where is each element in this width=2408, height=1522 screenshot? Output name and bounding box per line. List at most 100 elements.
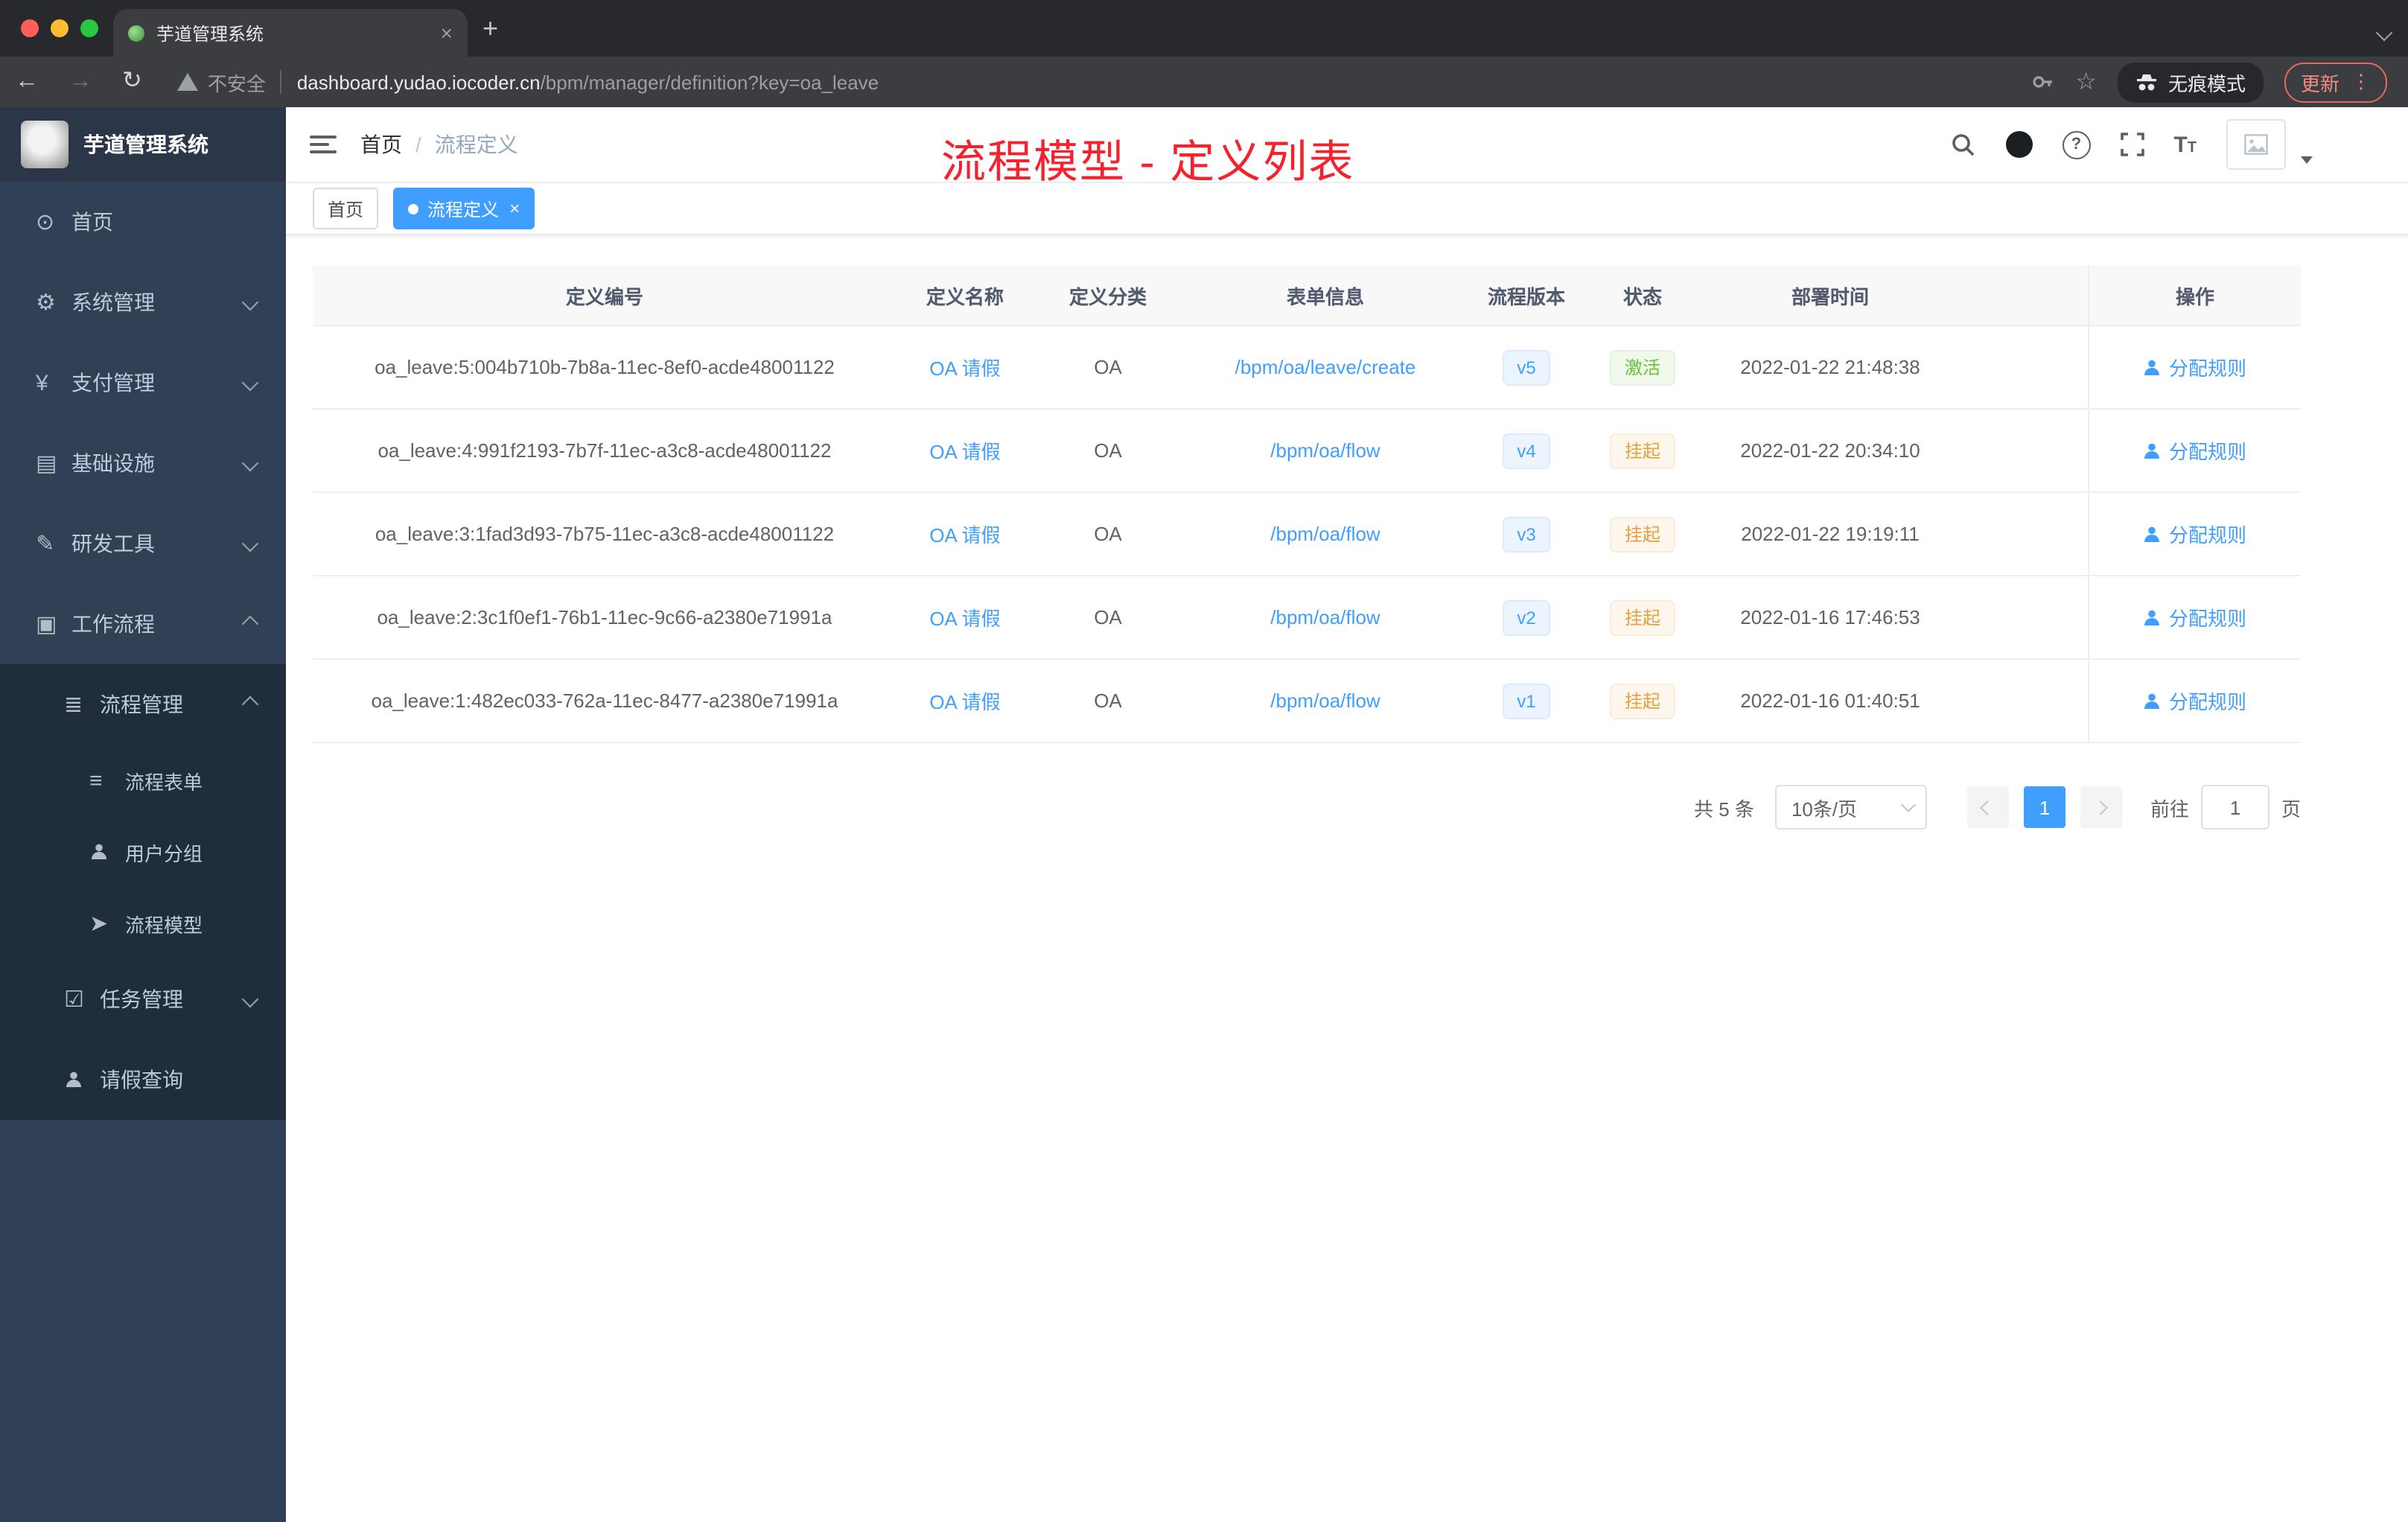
col-definition-id: 定义编号	[565, 285, 643, 308]
update-button[interactable]: 更新 ⋮	[2284, 62, 2387, 102]
incognito-icon	[2136, 74, 2156, 90]
chevron-down-icon	[241, 293, 259, 311]
search-icon[interactable]	[1950, 132, 1975, 157]
key-icon[interactable]	[2030, 70, 2054, 94]
gear-icon: ⚙	[36, 290, 56, 316]
cell-category: OA	[1094, 690, 1122, 712]
form-info-link[interactable]: /bpm/oa/leave/create	[1235, 356, 1416, 378]
prev-page-button[interactable]	[1966, 786, 2009, 828]
assign-rule-button[interactable]: 分配规则	[2144, 436, 2246, 465]
cell-definition-id: oa_leave:5:004b710b-7b8a-11ec-8ef0-acde4…	[375, 356, 835, 378]
address-bar[interactable]: dashboard.yudao.iocoder.cn/bpm/manager/d…	[297, 71, 879, 93]
user-avatar[interactable]	[2226, 119, 2286, 170]
dashboard-icon: ⊙	[36, 210, 55, 235]
definition-name-link[interactable]: OA 请假	[929, 524, 1000, 547]
assign-rule-button[interactable]: 分配规则	[2144, 520, 2246, 548]
form-info-link[interactable]: /bpm/oa/flow	[1270, 523, 1380, 545]
new-tab-button[interactable]: +	[482, 12, 498, 45]
reload-icon[interactable]: ↻	[107, 69, 157, 94]
cell-definition-id: oa_leave:3:1fad3d93-7b75-11ec-a3c8-acde4…	[375, 523, 835, 545]
cell-deploy-time: 2022-01-22 19:19:11	[1741, 523, 1920, 545]
definition-table: 定义编号 定义名称 定义分类 表单信息 流程版本 状态 部署时间 操作 oa_l…	[313, 265, 2301, 743]
sidebar-item-process-model[interactable]: ➤ 流程模型	[0, 888, 286, 959]
update-label: 更新	[2300, 72, 2339, 95]
sidebar-item-process-management[interactable]: ≣ 流程管理	[0, 664, 286, 745]
page-number-1[interactable]: 1	[2023, 786, 2065, 828]
col-status: 状态	[1622, 285, 1662, 308]
back-icon[interactable]: ←	[0, 69, 54, 94]
tag-home[interactable]: 首页	[313, 188, 379, 229]
page-annotation: 流程模型 - 定义列表	[941, 138, 1355, 188]
github-icon[interactable]	[2005, 131, 2033, 158]
definition-name-link[interactable]: OA 请假	[929, 691, 1000, 713]
help-icon[interactable]: ?	[2062, 130, 2091, 159]
goto-page-input[interactable]	[2200, 785, 2270, 830]
sidebar-item-home[interactable]: ⊙ 首页	[0, 182, 286, 262]
assign-rule-button[interactable]: 分配规则	[2144, 603, 2246, 631]
chevron-down-icon	[241, 990, 259, 1008]
definition-name-link[interactable]: OA 请假	[929, 441, 1000, 463]
assign-rule-button[interactable]: 分配规则	[2144, 687, 2246, 715]
sidebar-item-user-group[interactable]: 用户分组	[0, 816, 286, 888]
definition-name-link[interactable]: OA 请假	[929, 608, 1000, 630]
cell-deploy-time: 2022-01-16 17:46:53	[1740, 606, 1920, 628]
forward-icon[interactable]: →	[54, 69, 107, 94]
sidebar-item-task-management[interactable]: ☑ 任务管理	[0, 959, 286, 1039]
form-info-link[interactable]: /bpm/oa/flow	[1270, 690, 1380, 712]
logo-avatar	[21, 121, 69, 168]
assign-rule-button[interactable]: 分配规则	[2144, 353, 2246, 381]
bookmark-star-icon[interactable]: ☆	[2075, 67, 2097, 97]
browser-tab[interactable]: 芋道管理系统 ×	[113, 9, 468, 57]
user-icon	[2144, 359, 2160, 375]
minimize-window-button[interactable]	[51, 19, 69, 37]
sidebar-item-process-form[interactable]: ≡ 流程表单	[0, 745, 286, 816]
sidebar-item-infrastructure[interactable]: ▤ 基础设施	[0, 423, 286, 503]
sidebar-submenu-workflow: ≣ 流程管理 ≡ 流程表单 用户分组 ➤ 流程模型 ☑ 任务管理 请假查询	[0, 664, 286, 1120]
user-icon	[2144, 609, 2160, 625]
tag-close-icon[interactable]: ×	[509, 200, 520, 217]
user-icon	[2144, 526, 2160, 541]
sidebar-toggle-icon[interactable]	[310, 136, 337, 153]
goto-label: 前往	[2150, 797, 2189, 820]
browser-window: 芋道管理系统 × + ← → ↻ 不安全 dashboard.yudao.ioc…	[0, 0, 2408, 1522]
security-indicator[interactable]: 不安全	[177, 68, 266, 96]
status-badge: 挂起	[1609, 433, 1675, 468]
page-size-select[interactable]: 10条/页	[1774, 785, 1927, 830]
sidebar-item-leave-query[interactable]: 请假查询	[0, 1039, 286, 1120]
definition-name-link[interactable]: OA 请假	[929, 357, 1000, 380]
col-definition-category: 定义分类	[1068, 285, 1147, 308]
zoom-window-button[interactable]	[80, 19, 98, 37]
next-page-button[interactable]	[2080, 786, 2122, 828]
breadcrumb-home[interactable]: 首页	[360, 130, 402, 159]
tag-process-definition[interactable]: 流程定义 ×	[393, 188, 535, 229]
menu-kebab-icon[interactable]: ⋮	[2351, 70, 2371, 94]
sidebar-item-payment[interactable]: ¥ 支付管理	[0, 343, 286, 423]
form-info-link[interactable]: /bpm/oa/flow	[1270, 439, 1380, 462]
tags-view: 首页 流程定义 ×	[286, 183, 2408, 235]
sidebar-item-devtools[interactable]: ✎ 研发工具	[0, 503, 286, 584]
status-badge: 激活	[1609, 349, 1675, 385]
caret-down-icon[interactable]	[2301, 156, 2313, 164]
sidebar-item-workflow[interactable]: ▣ 工作流程	[0, 584, 286, 664]
page-content: 定义编号 定义名称 定义分类 表单信息 流程版本 状态 部署时间 操作 oa_l…	[286, 235, 2408, 1522]
table-row: oa_leave:5:004b710b-7b8a-11ec-8ef0-acde4…	[313, 326, 2301, 410]
user-group-icon	[89, 843, 125, 861]
status-badge: 挂起	[1609, 516, 1675, 552]
status-badge: 挂起	[1609, 599, 1675, 635]
pagination-total: 共 5 条	[1694, 797, 1754, 820]
sidebar-item-system[interactable]: ⚙ 系统管理	[0, 262, 286, 343]
font-size-icon[interactable]: TT	[2173, 132, 2197, 157]
cell-definition-id: oa_leave:1:482ec033-762a-11ec-8477-a2380…	[371, 690, 838, 712]
pagination: 共 5 条 10条/页 1 前往 页	[313, 785, 2301, 830]
close-window-button[interactable]	[21, 19, 39, 37]
form-info-link[interactable]: /bpm/oa/flow	[1270, 606, 1380, 628]
document-icon: ≡	[89, 768, 103, 793]
tab-search-icon[interactable]	[2375, 19, 2393, 46]
tab-close-icon[interactable]: ×	[441, 22, 453, 43]
table-row: oa_leave:4:991f2193-7b7f-11ec-a3c8-acde4…	[313, 410, 2301, 493]
chevron-down-icon	[241, 454, 259, 472]
table-row: oa_leave:3:1fad3d93-7b75-11ec-a3c8-acde4…	[313, 493, 2301, 576]
version-badge: v3	[1502, 516, 1551, 552]
cell-deploy-time: 2022-01-22 20:34:10	[1740, 439, 1920, 462]
fullscreen-icon[interactable]	[2120, 133, 2144, 156]
